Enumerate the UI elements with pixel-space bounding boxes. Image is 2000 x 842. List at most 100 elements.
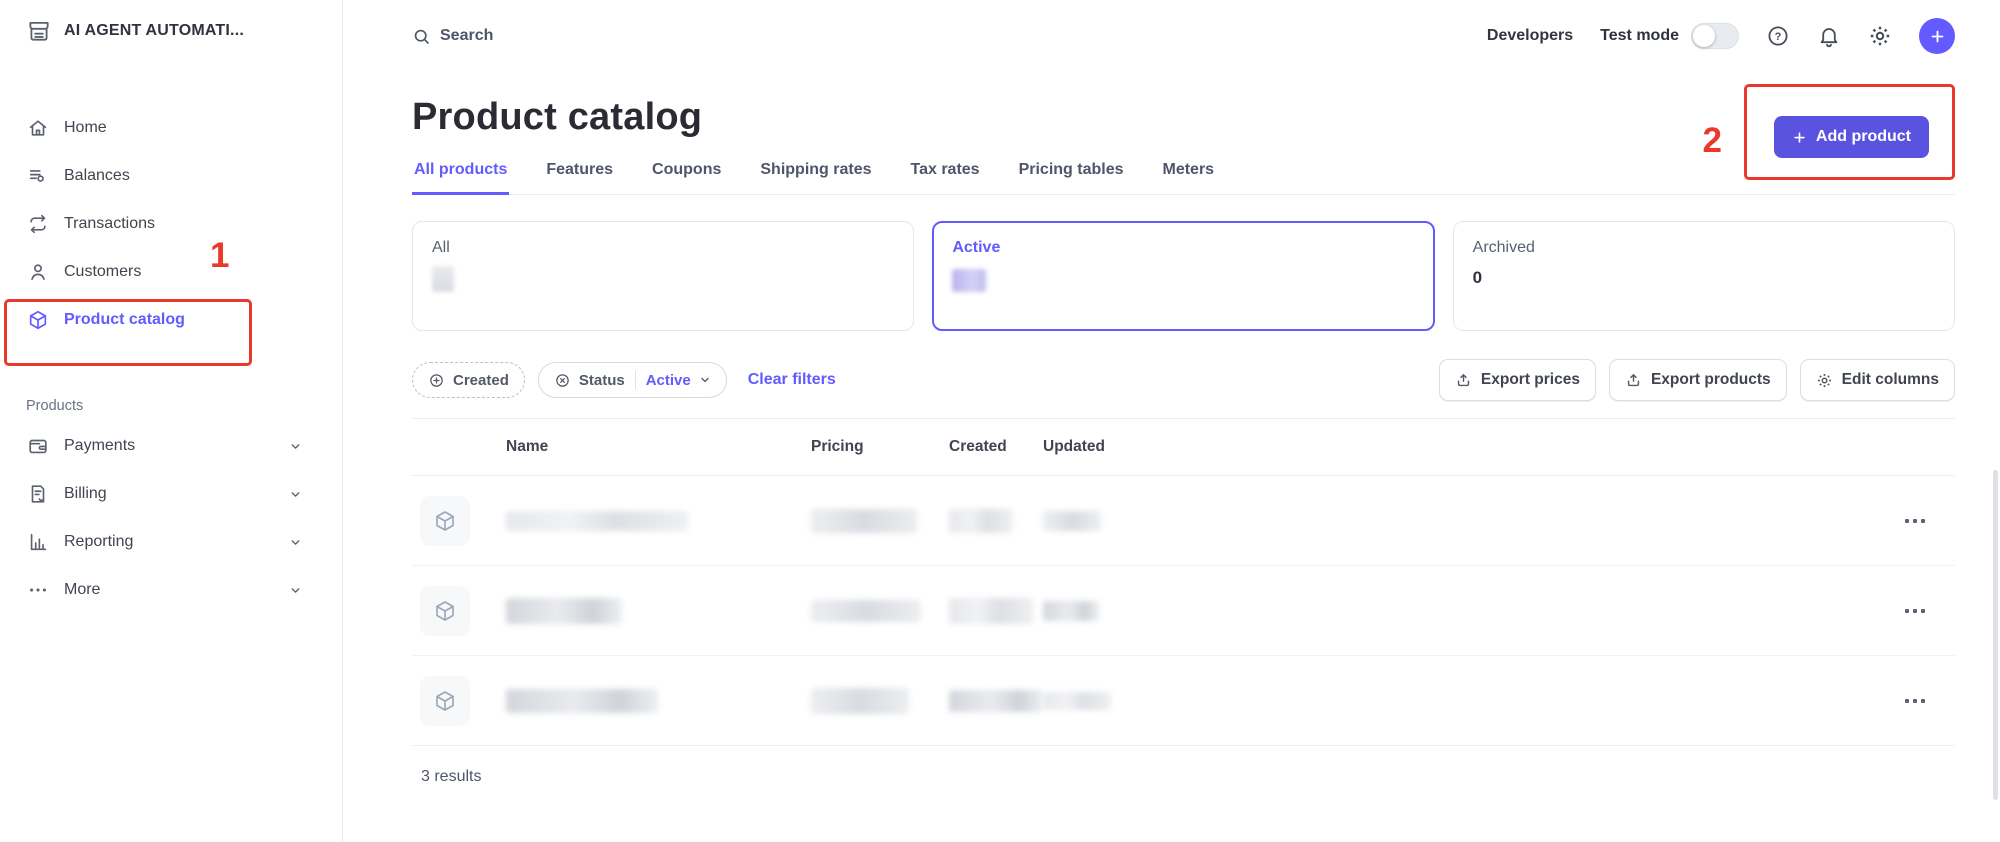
- sidebar-nav: Home Balances Transactions: [26, 104, 342, 614]
- product-created-redacted: [929, 509, 1029, 533]
- sidebar-item-product-catalog[interactable]: Product catalog: [26, 296, 342, 344]
- product-created-redacted: [929, 598, 1029, 624]
- table-row[interactable]: [412, 476, 1955, 566]
- tab-coupons[interactable]: Coupons: [650, 155, 723, 194]
- package-icon: [420, 676, 470, 726]
- annotation-group-2: 2 Add product: [1702, 84, 1955, 180]
- add-product-label: Add product: [1816, 128, 1911, 146]
- storefront-icon: [26, 18, 52, 44]
- export-prices-button[interactable]: Export prices: [1439, 359, 1596, 401]
- card-label: Archived: [1473, 239, 1935, 257]
- more-icon: [26, 579, 49, 601]
- chevron-down-icon: [289, 488, 302, 501]
- plus-circle-icon: [428, 372, 445, 389]
- card-label: All: [432, 239, 894, 257]
- product-catalog-icon: [26, 309, 49, 331]
- table-actions: Export prices Export products: [1439, 359, 1955, 401]
- tab-pricing-tables[interactable]: Pricing tables: [1017, 155, 1126, 194]
- sidebar-item-label: Reporting: [64, 533, 133, 551]
- create-new-button[interactable]: [1919, 18, 1955, 54]
- product-pricing-redacted: [791, 509, 929, 533]
- sidebar-item-label: Product catalog: [64, 311, 185, 329]
- column-header-pricing[interactable]: Pricing: [791, 438, 929, 456]
- row-overflow-menu[interactable]: [1891, 609, 1955, 613]
- tab-shipping-rates[interactable]: Shipping rates: [758, 155, 873, 194]
- column-header-updated[interactable]: Updated: [1029, 438, 1891, 456]
- settings-icon[interactable]: [1868, 24, 1892, 48]
- product-pricing-redacted: [791, 600, 929, 622]
- annotation-box-2: Add product: [1744, 84, 1955, 180]
- test-mode-label: Test mode: [1600, 27, 1679, 45]
- column-header-name[interactable]: Name: [486, 438, 791, 456]
- edit-columns-button[interactable]: Edit columns: [1800, 359, 1955, 401]
- filter-bar: Created Status Active Clear filters: [412, 359, 1955, 401]
- summary-card-all[interactable]: All: [412, 221, 914, 331]
- test-mode-toggle[interactable]: [1691, 23, 1739, 49]
- product-name-redacted: [486, 598, 791, 624]
- created-filter-chip[interactable]: Created: [412, 362, 525, 398]
- plus-icon: [1792, 130, 1807, 145]
- product-name-redacted: [486, 689, 791, 713]
- transactions-icon: [26, 213, 49, 235]
- results-count: 3 results: [412, 746, 1955, 786]
- export-icon: [1625, 372, 1642, 389]
- summary-card-archived[interactable]: Archived 0: [1453, 221, 1955, 331]
- summary-card-active[interactable]: Active: [932, 221, 1434, 331]
- status-filter-chip[interactable]: Status Active: [538, 362, 727, 398]
- chevron-down-icon: [289, 440, 302, 453]
- export-icon: [1455, 372, 1472, 389]
- search-input[interactable]: Search: [412, 27, 493, 46]
- sidebar-item-label: Customers: [64, 263, 141, 281]
- product-thumbnail: [420, 676, 486, 726]
- sidebar-item-label: Home: [64, 119, 107, 137]
- tab-all-products[interactable]: All products: [412, 155, 509, 195]
- svg-text:?: ?: [1775, 31, 1782, 43]
- sidebar-item-transactions[interactable]: Transactions: [26, 200, 342, 248]
- row-overflow-menu[interactable]: [1891, 519, 1955, 523]
- button-label: Edit columns: [1842, 371, 1939, 389]
- table-row[interactable]: [412, 566, 1955, 656]
- notifications-icon[interactable]: [1817, 24, 1841, 48]
- sidebar-item-balances[interactable]: Balances: [26, 152, 342, 200]
- tab-tax-rates[interactable]: Tax rates: [909, 155, 982, 194]
- tab-meters[interactable]: Meters: [1161, 155, 1217, 194]
- search-placeholder: Search: [440, 27, 493, 45]
- tab-features[interactable]: Features: [544, 155, 615, 194]
- table-row[interactable]: [412, 656, 1955, 746]
- topbar: Search Developers Test mode ?: [412, 0, 1955, 72]
- test-mode-control: Test mode: [1600, 23, 1739, 49]
- annotation-label-2: 2: [1702, 121, 1721, 161]
- chip-label: Created: [453, 372, 509, 389]
- product-updated-redacted: [1029, 511, 1891, 531]
- chevron-down-icon: [699, 374, 711, 386]
- column-header-created[interactable]: Created: [929, 438, 1029, 456]
- sidebar-item-home[interactable]: Home: [26, 104, 342, 152]
- sidebar-item-billing[interactable]: Billing: [26, 470, 342, 518]
- export-products-button[interactable]: Export products: [1609, 359, 1787, 401]
- clear-filters-link[interactable]: Clear filters: [748, 371, 836, 389]
- products-table: Name Pricing Created Updated: [412, 418, 1955, 746]
- balances-icon: [26, 165, 49, 187]
- add-product-button[interactable]: Add product: [1774, 116, 1929, 158]
- developers-link[interactable]: Developers: [1487, 27, 1573, 45]
- sidebar-item-customers[interactable]: Customers: [26, 248, 342, 296]
- sidebar-item-payments[interactable]: Payments: [26, 422, 342, 470]
- sidebar-item-reporting[interactable]: Reporting: [26, 518, 342, 566]
- help-icon[interactable]: ?: [1766, 24, 1790, 48]
- table-header-row: Name Pricing Created Updated: [412, 419, 1955, 476]
- sidebar-item-more[interactable]: More: [26, 566, 342, 614]
- main-content: Search Developers Test mode ?: [343, 0, 2000, 842]
- scrollbar[interactable]: [1993, 470, 1998, 800]
- summary-cards: All Active Archived 0: [412, 221, 1955, 331]
- sidebar-section-products: Products: [26, 398, 342, 414]
- gear-icon: [1816, 372, 1833, 389]
- payments-icon: [26, 435, 49, 457]
- product-updated-redacted: [1029, 601, 1891, 621]
- home-icon: [26, 117, 49, 139]
- product-thumbnail: [420, 496, 486, 546]
- sidebar-item-label: Payments: [64, 437, 135, 455]
- card-value: 0: [1473, 268, 1935, 288]
- row-overflow-menu[interactable]: [1891, 699, 1955, 703]
- account-switcher[interactable]: AI AGENT AUTOMATI...: [26, 18, 342, 44]
- customers-icon: [26, 261, 49, 283]
